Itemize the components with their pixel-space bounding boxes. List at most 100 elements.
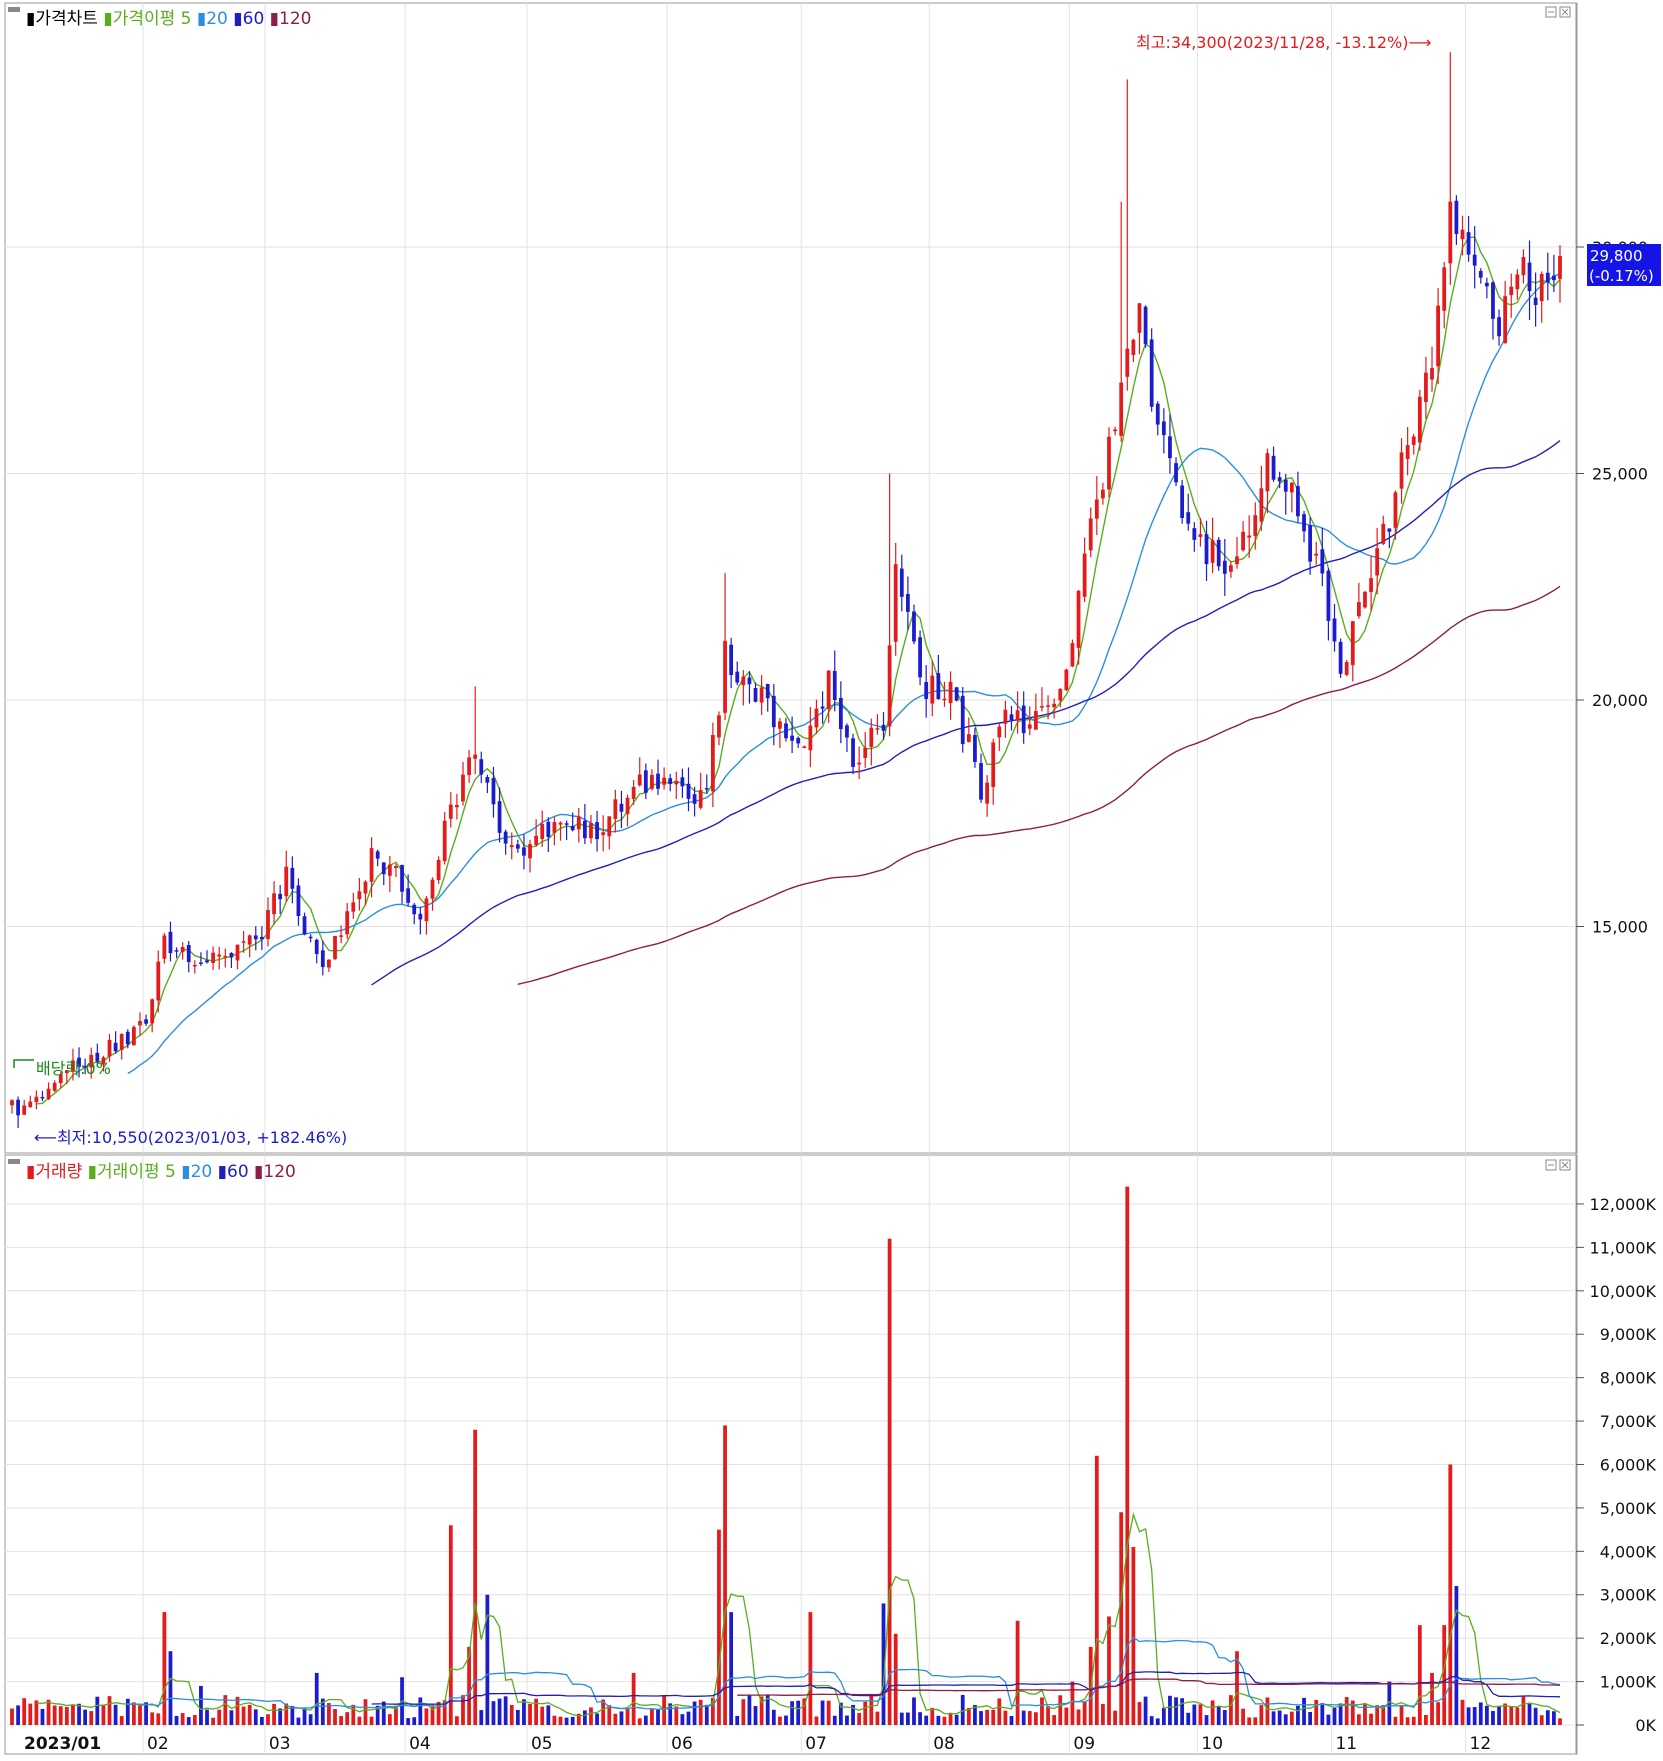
volume-bar <box>1332 1707 1337 1725</box>
volume-bar <box>832 1715 837 1725</box>
volume-bar <box>363 1699 368 1725</box>
volume-bar <box>820 1700 825 1725</box>
volume-bar <box>698 1699 703 1725</box>
volume-bar <box>564 1717 569 1725</box>
volume-tick-label: 10,000K <box>1590 1282 1657 1301</box>
candle-body <box>1466 232 1471 255</box>
volume-bar <box>455 1716 459 1725</box>
volume-bar <box>1198 1704 1203 1725</box>
candle-body <box>1369 578 1373 593</box>
candle-body <box>296 885 301 916</box>
candle-body <box>601 832 606 836</box>
volume-bar <box>418 1697 423 1725</box>
volume-bar <box>1247 1717 1252 1725</box>
volume-bar <box>138 1704 142 1725</box>
volume-bar <box>150 1712 155 1725</box>
candle-body <box>284 866 289 897</box>
candle-body <box>1088 518 1093 551</box>
volume-bar <box>448 1525 453 1725</box>
candle-body <box>186 945 191 963</box>
volume-bar <box>485 1594 490 1725</box>
candle-body <box>1131 339 1136 355</box>
candle-body <box>966 734 971 742</box>
candle-body <box>1168 436 1172 459</box>
candle-body <box>1119 382 1124 436</box>
volume-bar <box>1314 1699 1319 1725</box>
candle-body <box>339 935 343 937</box>
volume-bar <box>1003 1710 1008 1725</box>
volume-bar <box>46 1699 51 1725</box>
candle-body <box>205 960 209 963</box>
candle-body <box>1515 274 1520 290</box>
volume-bar <box>1363 1703 1367 1725</box>
volume-bar <box>985 1709 990 1725</box>
candle-body <box>1247 535 1252 538</box>
volume-bar <box>552 1715 557 1725</box>
candle-body <box>394 866 398 869</box>
volume-bar <box>1137 1702 1142 1725</box>
candle-body <box>1454 200 1459 235</box>
candle-body <box>1094 499 1099 519</box>
volume-bar <box>1497 1705 1501 1725</box>
volume-bar <box>906 1712 910 1725</box>
volume-tick-label: 7,000K <box>1600 1412 1657 1431</box>
candle-body <box>1040 706 1044 708</box>
volume-bar <box>930 1707 935 1725</box>
volume-bar <box>1101 1703 1105 1725</box>
candle-body <box>863 747 868 758</box>
candle-body <box>1046 705 1050 707</box>
candle-body <box>979 763 983 800</box>
candle-body <box>1009 714 1014 721</box>
volume-bar <box>674 1706 679 1725</box>
candle-body <box>595 822 599 840</box>
current-price: 29,800 <box>1590 247 1643 265</box>
candle-body <box>1430 368 1434 380</box>
volume-bar <box>241 1706 246 1725</box>
candle-body <box>662 777 666 785</box>
candle-body <box>406 888 411 903</box>
panel-menu-icon[interactable] <box>8 7 20 12</box>
volume-bar <box>77 1703 81 1725</box>
volume-bar <box>1229 1695 1233 1725</box>
volume-bar <box>869 1695 874 1725</box>
candle-body <box>424 898 429 922</box>
candle-body <box>753 688 758 702</box>
candle-body <box>973 735 977 762</box>
candle-body <box>784 723 788 739</box>
candle-body <box>138 1021 142 1026</box>
volume-bar <box>1283 1714 1288 1725</box>
volume-legend-mark: ▮ <box>176 1162 191 1182</box>
candle-body <box>34 1096 39 1103</box>
volume-bar <box>1192 1704 1197 1725</box>
candle-body <box>680 777 685 787</box>
price-legend-item: 120 <box>279 9 311 29</box>
candle-body <box>174 950 179 952</box>
volume-bar <box>1491 1710 1495 1725</box>
candle-body <box>851 738 855 767</box>
candle-body <box>363 881 368 894</box>
price-tick-label: 20,000 <box>1592 691 1648 710</box>
candle-body <box>522 847 526 856</box>
volume-bar <box>680 1714 685 1725</box>
candle-body <box>1259 488 1264 522</box>
volume-bar <box>1478 1702 1483 1725</box>
x-tick-label: 12 <box>1470 1734 1492 1754</box>
volume-bar <box>491 1701 496 1725</box>
candle-body <box>1113 429 1117 432</box>
volume-bar <box>656 1709 660 1725</box>
volume-bar <box>95 1696 100 1725</box>
candle-body <box>1503 296 1508 344</box>
candle-body <box>1210 540 1215 563</box>
candle-body <box>1289 482 1294 493</box>
candle-body <box>22 1105 27 1115</box>
volume-tick-label: 6,000K <box>1600 1455 1657 1474</box>
volume-legend-item: 60 <box>227 1162 249 1182</box>
candle-body <box>668 778 673 784</box>
panel-menu-icon[interactable] <box>8 1159 20 1164</box>
candle-body <box>369 848 374 882</box>
volume-tick-label: 3,000K <box>1600 1586 1657 1605</box>
candle-body <box>1405 445 1410 459</box>
candle-body <box>1216 539 1221 567</box>
volume-bar <box>729 1612 734 1725</box>
volume-panel-frame <box>4 1154 1578 1755</box>
